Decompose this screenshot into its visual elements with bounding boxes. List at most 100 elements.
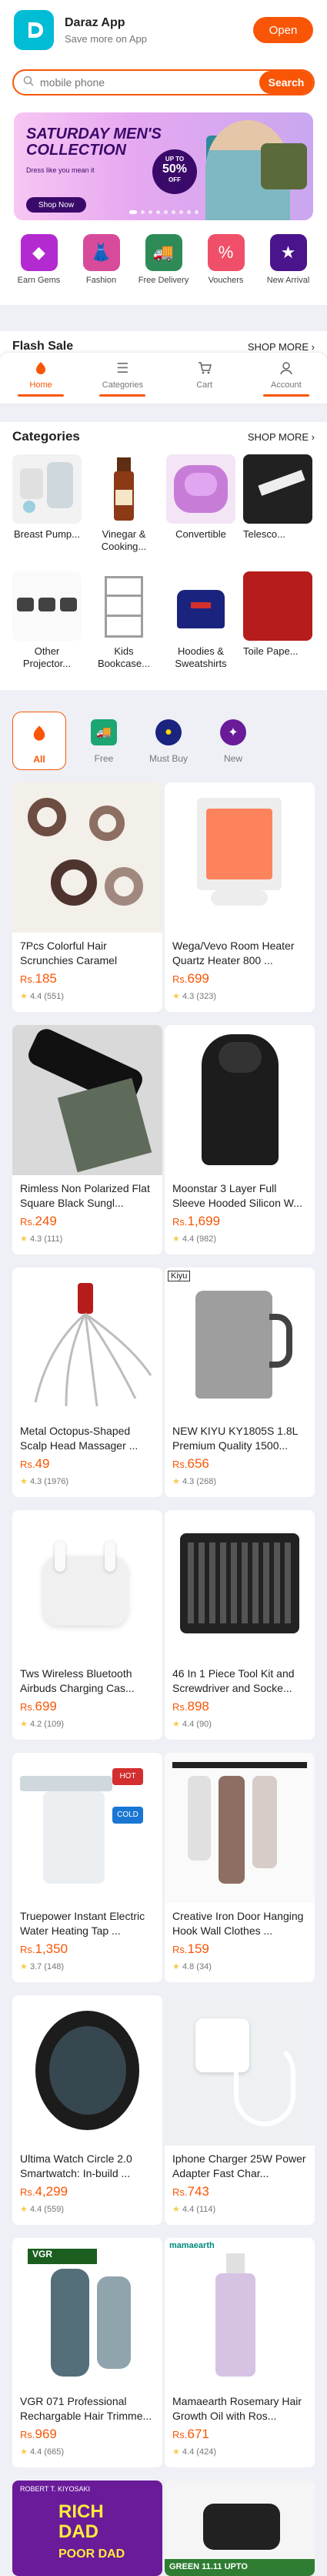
product-rating: ★ 4.3 (111) — [20, 1234, 63, 1244]
product-card[interactable]: Tws Wireless Bluetooth Airbuds Charging … — [12, 1510, 162, 1740]
flash-sale-shop-more[interactable]: SHOP MORE › — [248, 341, 315, 353]
product-card[interactable]: Wega/Vevo Room Heater Quartz Heater 800 … — [165, 782, 315, 1012]
quick-link-free-delivery[interactable]: 🚚 Free Delivery — [137, 234, 191, 305]
star-icon: ★ — [172, 2205, 180, 2214]
star-icon: ★ — [20, 2447, 28, 2457]
product-price: Rs.49 — [20, 1456, 50, 1471]
quick-link-label: Vouchers — [208, 276, 244, 285]
filter-must-buy[interactable]: ● Must Buy — [142, 712, 195, 770]
truck-icon: 🚚 — [145, 234, 182, 271]
bottom-tab-bar: Home ☰ Categories Cart Account — [0, 353, 327, 404]
categories-grid: Breast Pump... Vinegar & Cooking... Conv… — [0, 451, 327, 690]
category-label: Breast Pump... — [14, 528, 80, 540]
categories-title: Categories — [12, 429, 80, 444]
category-label: Vinegar & Cooking... — [101, 528, 147, 552]
product-rating: ★ 4.3 (1976) — [20, 1477, 69, 1486]
product-title: 46 In 1 Piece Tool Kit and Screwdriver a… — [172, 1667, 295, 1694]
open-app-button[interactable]: Open — [253, 17, 313, 43]
product-card[interactable]: ROBERT T. KIYOSAKI RICH DAD POOR DAD — [12, 2481, 162, 2576]
product-image: VGR — [12, 2238, 162, 2388]
star-icon: ★ — [172, 1477, 180, 1486]
product-card[interactable]: Iphone Charger 25W Power Adapter Fast Ch… — [165, 1995, 315, 2225]
product-image — [12, 1995, 162, 2146]
star-icon: ★ — [20, 992, 28, 1001]
product-rating: ★ 4.8 (34) — [172, 1962, 212, 1971]
star-icon: ★ — [20, 1477, 28, 1486]
product-price: Rs.185 — [20, 971, 57, 986]
category-item[interactable]: Vinegar & Cooking... — [89, 454, 158, 553]
category-item[interactable]: Kids Bookcase... — [89, 571, 158, 670]
product-card[interactable]: HOT COLD Truepower Instant Electric Wate… — [12, 1753, 162, 1982]
account-icon — [255, 360, 317, 377]
category-item[interactable]: Breast Pump... — [12, 454, 82, 541]
quick-link-label: Free Delivery — [138, 276, 189, 285]
product-price: Rs.743 — [172, 2184, 209, 2199]
product-card[interactable]: Rimless Non Polarized Flat Square Black … — [12, 1025, 162, 1255]
quick-link-vouchers[interactable]: % Vouchers — [199, 234, 253, 305]
product-price: Rs.4,299 — [20, 2184, 68, 2199]
category-label: Other Projector... — [22, 645, 72, 669]
star-icon: ★ — [20, 2205, 28, 2214]
category-item[interactable]: Toile Pape... — [243, 571, 327, 658]
category-item[interactable]: Telesco... — [243, 454, 327, 541]
product-card[interactable]: 7Pcs Colorful Hair Scrunchies Caramel Co… — [12, 782, 162, 1012]
product-card[interactable]: Moonstar 3 Layer Full Sleeve Hooded Sili… — [165, 1025, 315, 1255]
product-price: Rs.1,350 — [20, 1941, 68, 1956]
product-rating: ★ 4.2 (109) — [20, 1720, 64, 1729]
filter-all[interactable]: All — [12, 712, 66, 770]
filter-label: Free — [94, 753, 114, 764]
quick-link-label: Earn Gems — [17, 276, 61, 285]
tab-account[interactable]: Account — [255, 353, 317, 404]
product-price: Rs.969 — [20, 2427, 57, 2441]
product-card[interactable]: Metal Octopus-Shaped Scalp Head Massager… — [12, 1268, 162, 1497]
product-title: Truepower Instant Electric Water Heating… — [20, 1910, 145, 1937]
quick-link-fashion[interactable]: 👗 Fashion — [75, 234, 128, 305]
categories-shop-more[interactable]: SHOP MORE › — [248, 431, 315, 443]
product-card[interactable]: Ultima Watch Circle 2.0 Smartwatch: In-b… — [12, 1995, 162, 2225]
product-image: mamaearth — [165, 2238, 315, 2388]
shirt-image — [261, 143, 307, 189]
star-icon: ★ — [172, 1234, 180, 1244]
hero-banner[interactable]: SATURDAY MEN'S COLLECTION Dress like you … — [14, 112, 313, 220]
tab-cart[interactable]: Cart — [174, 353, 235, 404]
product-card[interactable]: GREEN 11.11 UPTO — [165, 2481, 315, 2576]
flash-sale-title: Flash Sale — [12, 340, 74, 353]
tab-home[interactable]: Home — [10, 353, 72, 404]
category-item[interactable]: Other Projector... — [12, 571, 82, 670]
product-price: Rs.699 — [172, 971, 209, 986]
quick-link-new-arrival[interactable]: ★ New Arrival — [262, 234, 315, 305]
category-item[interactable]: Convertible — [166, 454, 235, 541]
category-label: Telesco... — [243, 528, 285, 540]
voucher-icon: % — [207, 234, 245, 271]
product-title: Metal Octopus-Shaped Scalp Head Massager… — [20, 1425, 138, 1452]
filter-new[interactable]: ✦ New — [206, 712, 260, 770]
search-button[interactable]: Search — [259, 71, 313, 94]
product-card[interactable]: 46 In 1 Piece Tool Kit and Screwdriver a… — [165, 1510, 315, 1740]
filter-free[interactable]: 🚚 Free — [77, 712, 131, 770]
product-title: Tws Wireless Bluetooth Airbuds Charging … — [20, 1667, 135, 1694]
star-icon: ★ — [20, 1720, 28, 1729]
gem-icon: ◆ — [20, 234, 58, 271]
star-icon: ★ — [20, 1234, 28, 1244]
product-card[interactable]: VGR VGR 071 Professional Rechargable Hai… — [12, 2238, 162, 2467]
quick-link-label: Fashion — [85, 276, 117, 285]
star-icon: ★ — [172, 2447, 180, 2457]
search-input[interactable] — [40, 76, 259, 89]
must-buy-icon: ● — [155, 719, 182, 745]
product-card[interactable]: Kiyu NEW KIYU KY1805S 1.8L Premium Quali… — [165, 1268, 315, 1497]
product-card[interactable]: Creative Iron Door Hanging Hook Wall Clo… — [165, 1753, 315, 1982]
product-title: Rimless Non Polarized Flat Square Black … — [20, 1182, 150, 1209]
quick-link-earn-gems[interactable]: ◆ Earn Gems — [12, 234, 66, 305]
search-icon — [23, 75, 34, 90]
product-price: Rs.699 — [20, 1699, 57, 1713]
category-item[interactable]: Hoodies & Sweatshirts — [166, 571, 235, 670]
product-title: Mamaearth Rosemary Hair Growth Oil with … — [172, 2395, 302, 2422]
product-rating: ★ 4.4 (424) — [172, 2447, 216, 2457]
tab-label: Cart — [196, 380, 213, 390]
product-rating: ★ 4.3 (323) — [172, 992, 216, 1001]
tab-categories[interactable]: ☰ Categories — [92, 353, 153, 404]
product-card[interactable]: mamaearth Mamaearth Rosemary Hair Growth… — [165, 2238, 315, 2467]
daraz-icon — [26, 720, 52, 746]
filter-label: All — [33, 754, 45, 765]
category-image — [166, 454, 235, 524]
